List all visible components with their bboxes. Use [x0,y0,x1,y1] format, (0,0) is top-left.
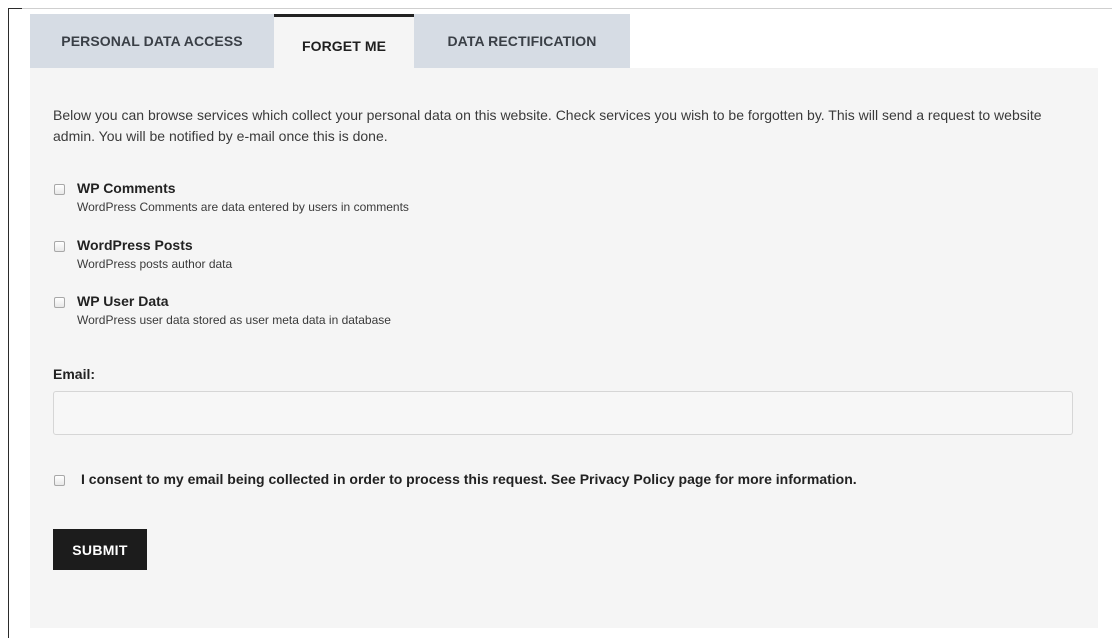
frame-left-border [8,8,9,638]
consent-text: I consent to my email being collected in… [81,471,857,487]
intro-text: Below you can browse services which coll… [53,107,1042,144]
frame-top-border [8,8,1112,9]
privacy-tabs: PERSONAL DATA ACCESS FORGET ME DATA RECT… [30,14,630,70]
service-description: WordPress Comments are data entered by u… [77,200,409,214]
forget-me-panel: Below you can browse services which coll… [30,68,1098,628]
submit-button[interactable]: SUBMIT [53,529,147,570]
service-checkbox[interactable] [54,241,65,252]
email-label: Email: [53,366,96,382]
consent-checkbox[interactable] [54,475,65,486]
service-checkbox[interactable] [54,184,65,195]
email-field[interactable] [53,391,1073,435]
service-title: WordPress Posts [77,237,193,253]
tab-forget-me[interactable]: FORGET ME [274,14,414,70]
service-title: WP Comments [77,180,176,196]
tab-personal-data-access[interactable]: PERSONAL DATA ACCESS [30,14,274,68]
service-title: WP User Data [77,293,169,309]
tab-data-rectification[interactable]: DATA RECTIFICATION [414,14,630,68]
service-description: WordPress user data stored as user meta … [77,313,391,327]
service-checkbox[interactable] [54,297,65,308]
page-frame: PERSONAL DATA ACCESS FORGET ME DATA RECT… [0,0,1112,638]
frame-corner-tick [8,8,22,9]
service-description: WordPress posts author data [77,257,233,271]
